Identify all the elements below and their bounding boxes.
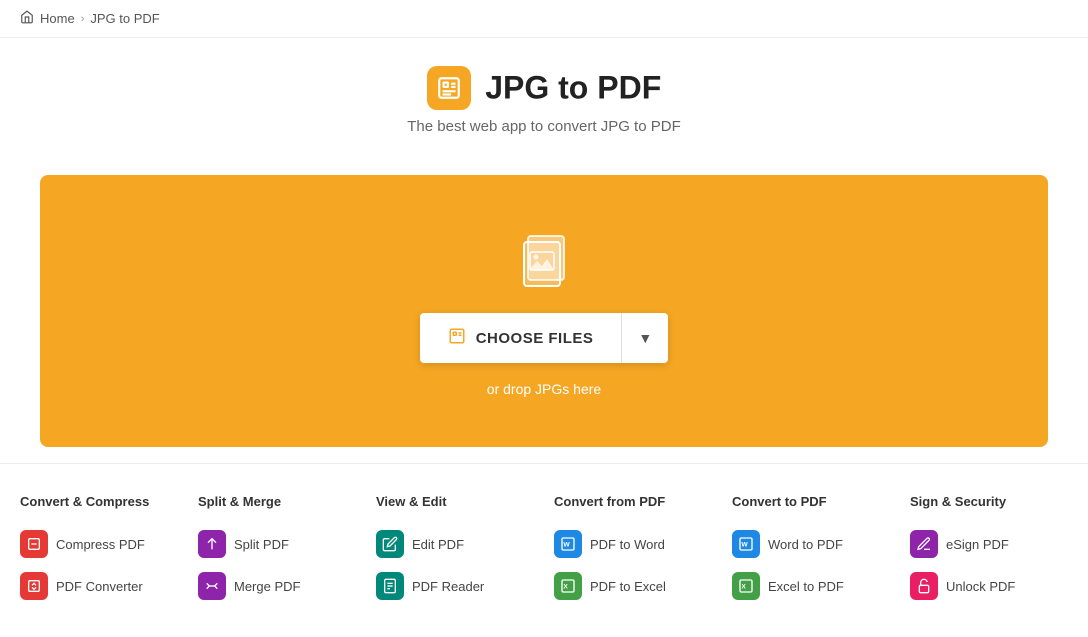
tool-category: View & Edit Edit PDF PDF Reader [376,494,534,607]
tool-icon: W [732,530,760,558]
tool-icon [198,572,226,600]
svg-text:W: W [563,542,570,549]
tool-category: Convert from PDF W PDF to Word X PDF to Exce… [554,494,712,607]
tool-label: PDF to Excel [590,579,666,594]
tool-item[interactable]: W Word to PDF [732,523,890,565]
breadcrumb-separator: › [81,13,85,25]
tool-label: Compress PDF [56,537,145,552]
tool-label: Word to PDF [768,537,843,552]
home-icon [20,10,34,27]
tool-icon: W [554,530,582,558]
tool-item[interactable]: X PDF to Excel [554,565,712,607]
tool-category-title: Convert to PDF [732,494,890,509]
tool-item[interactable]: W PDF to Word [554,523,712,565]
choose-files-label: CHOOSE FILES [476,330,594,347]
tool-label: Edit PDF [412,537,464,552]
tool-item[interactable]: X Excel to PDF [732,565,890,607]
tool-icon [198,530,226,558]
tool-item[interactable]: Split PDF [198,523,356,565]
tool-label: PDF Reader [412,579,484,594]
svg-text:X: X [741,584,746,591]
choose-files-button-group[interactable]: CHOOSE FILES ▼ [420,313,669,363]
tool-icon [20,530,48,558]
breadcrumb: Home › JPG to PDF [0,0,1088,38]
tool-category-title: View & Edit [376,494,534,509]
tool-item[interactable]: Merge PDF [198,565,356,607]
page-header: JPG to PDF The best web app to convert J… [0,38,1088,155]
svg-text:X: X [563,584,568,591]
tool-category-title: Convert from PDF [554,494,712,509]
tool-category: Sign & Security eSign PDF Unlock PDF [910,494,1068,607]
tool-icon: X [732,572,760,600]
tool-category-title: Split & Merge [198,494,356,509]
page-title: JPG to PDF [485,70,661,106]
drop-zone[interactable]: CHOOSE FILES ▼ or drop JPGs here [40,175,1048,447]
tool-icon [376,572,404,600]
breadcrumb-current: JPG to PDF [90,11,159,26]
tool-label: Merge PDF [234,579,300,594]
choose-files-button[interactable]: CHOOSE FILES [420,313,622,363]
drop-hint: or drop JPGs here [487,381,601,397]
app-icon [427,66,471,110]
breadcrumb-home[interactable]: Home [40,11,75,26]
tools-grid: Convert & Compress Compress PDF PDF Conver… [20,494,1068,607]
tool-icon: X [554,572,582,600]
tool-icon [910,530,938,558]
tool-item[interactable]: Edit PDF [376,523,534,565]
tool-label: PDF to Word [590,537,665,552]
tool-icon [376,530,404,558]
tool-icon [910,572,938,600]
chevron-down-icon: ▼ [638,330,652,346]
tool-label: eSign PDF [946,537,1009,552]
tool-item[interactable]: Unlock PDF [910,565,1068,607]
tool-label: PDF Converter [56,579,143,594]
tool-label: Unlock PDF [946,579,1015,594]
tool-category-title: Convert & Compress [20,494,178,509]
tools-section: Convert & Compress Compress PDF PDF Conver… [0,463,1088,637]
tool-category: Convert to PDF W Word to PDF X Excel to PDF [732,494,890,607]
tool-item[interactable]: PDF Reader [376,565,534,607]
tool-item[interactable]: Compress PDF [20,523,178,565]
tool-icon [20,572,48,600]
tool-label: Split PDF [234,537,289,552]
tool-category: Split & Merge Split PDF Merge PDF [198,494,356,607]
svg-text:W: W [741,542,748,549]
tool-item[interactable]: PDF Converter [20,565,178,607]
page-subtitle: The best web app to convert JPG to PDF [20,118,1068,135]
tool-category: Convert & Compress Compress PDF PDF Conver… [20,494,178,607]
choose-files-icon [448,327,466,349]
choose-files-dropdown-button[interactable]: ▼ [621,313,668,363]
tool-label: Excel to PDF [768,579,844,594]
tool-category-title: Sign & Security [910,494,1068,509]
tool-item[interactable]: eSign PDF [910,523,1068,565]
drop-icon [509,225,579,295]
drop-zone-wrapper: CHOOSE FILES ▼ or drop JPGs here [0,155,1088,463]
